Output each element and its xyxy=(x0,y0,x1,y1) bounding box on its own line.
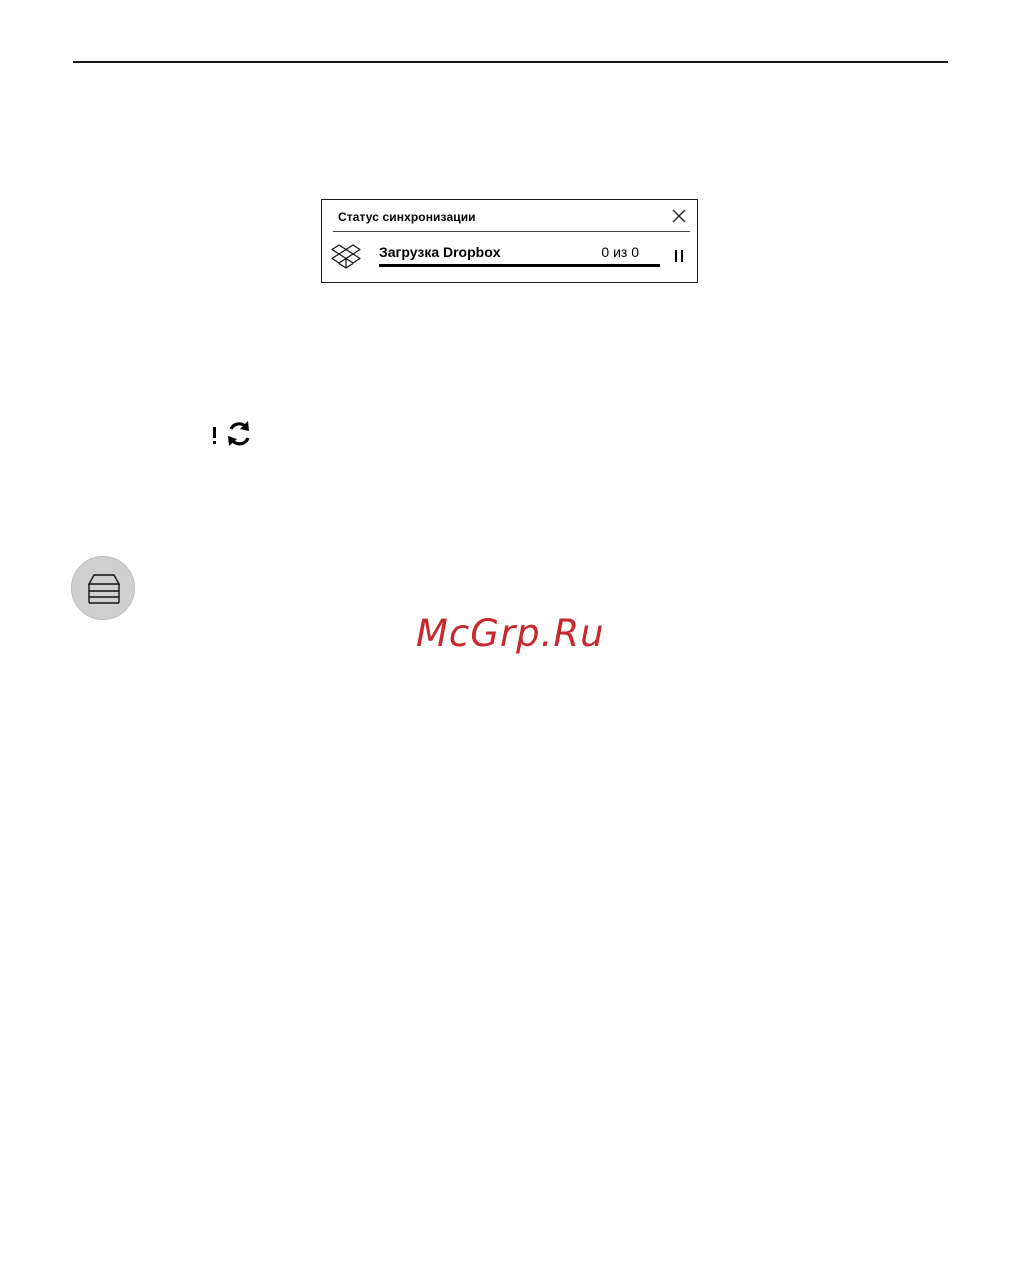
sync-item-count: 0 из 0 xyxy=(601,244,639,260)
page-header-rule xyxy=(73,61,948,63)
pause-icon[interactable] xyxy=(673,250,685,264)
sync-progress-bar xyxy=(379,264,660,267)
dialog-title: Статус синхронизации xyxy=(338,210,476,224)
sync-status-dialog: Статус синхронизации Загрузка Dropbox 0 … xyxy=(321,199,698,283)
dialog-divider xyxy=(333,231,690,232)
bookshelf-button[interactable] xyxy=(71,556,135,620)
dropbox-icon xyxy=(331,242,361,272)
bookshelf-icon xyxy=(87,574,121,604)
sync-error-icon xyxy=(210,418,254,450)
close-icon[interactable] xyxy=(671,208,687,224)
sync-item-label: Загрузка Dropbox xyxy=(379,244,501,260)
sync-progress-fill xyxy=(379,264,660,267)
watermark-text: McGrp.Ru xyxy=(416,612,605,655)
